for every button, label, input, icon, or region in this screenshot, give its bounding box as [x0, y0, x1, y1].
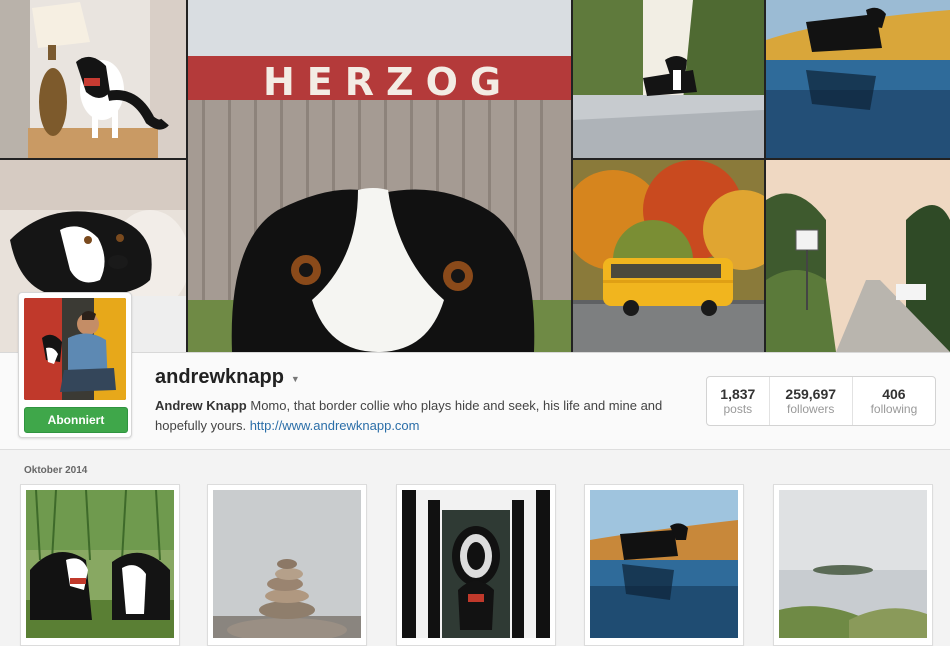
- month-label: Oktober 2014: [24, 465, 88, 476]
- cover-photo-herzog[interactable]: HERZOG: [188, 0, 571, 352]
- website-link[interactable]: http://www.andrewknapp.com: [250, 418, 420, 433]
- chevron-down-icon[interactable]: ▼: [291, 374, 300, 384]
- followers-count: 259,697: [785, 386, 837, 402]
- cover-photo-dog-lamp[interactable]: [0, 0, 186, 158]
- post-thumbnail[interactable]: [207, 484, 367, 646]
- profile-stats: 1,837 posts 259,697 followers 406 follow…: [706, 376, 936, 426]
- follow-button[interactable]: Abonniert: [24, 407, 128, 433]
- cover-photo-mosaic: HERZOG: [0, 0, 950, 352]
- post-thumbnail[interactable]: [396, 484, 556, 646]
- post-image-stone-cairn: [213, 490, 361, 638]
- following-count: 406: [882, 386, 906, 402]
- profile-bio: Andrew Knapp Momo, that border collie wh…: [155, 396, 685, 436]
- avatar[interactable]: [24, 298, 126, 400]
- post-thumbnail[interactable]: [20, 484, 180, 646]
- profile-card: Abonniert: [18, 292, 132, 438]
- post-image-foggy-lake: [779, 490, 927, 638]
- posts-label: posts: [723, 402, 753, 416]
- cover-photo-foggy-road[interactable]: [766, 160, 950, 352]
- cover-photo-dog-water[interactable]: [766, 0, 950, 158]
- post-thumbnail[interactable]: [773, 484, 933, 646]
- post-image-dog-lake: [590, 490, 738, 638]
- sign-text: HERZOG: [263, 60, 514, 104]
- following-label: following: [870, 402, 918, 416]
- followers-label: followers: [787, 402, 835, 416]
- stat-followers[interactable]: 259,697 followers: [768, 377, 852, 425]
- username-row: andrewknapp ▼: [155, 366, 300, 389]
- stat-following[interactable]: 406 following: [851, 377, 935, 425]
- post-thumbnail[interactable]: [584, 484, 744, 646]
- cover-photo-van[interactable]: [573, 160, 764, 352]
- post-image-two-dogs: [26, 490, 174, 638]
- username: andrewknapp: [155, 366, 284, 388]
- post-image-tunnel: [402, 490, 550, 638]
- stat-posts[interactable]: 1,837 posts: [707, 377, 769, 425]
- full-name: Andrew Knapp: [155, 398, 247, 413]
- posts-count: 1,837: [720, 386, 756, 402]
- cover-photo-dog-road[interactable]: [573, 0, 764, 158]
